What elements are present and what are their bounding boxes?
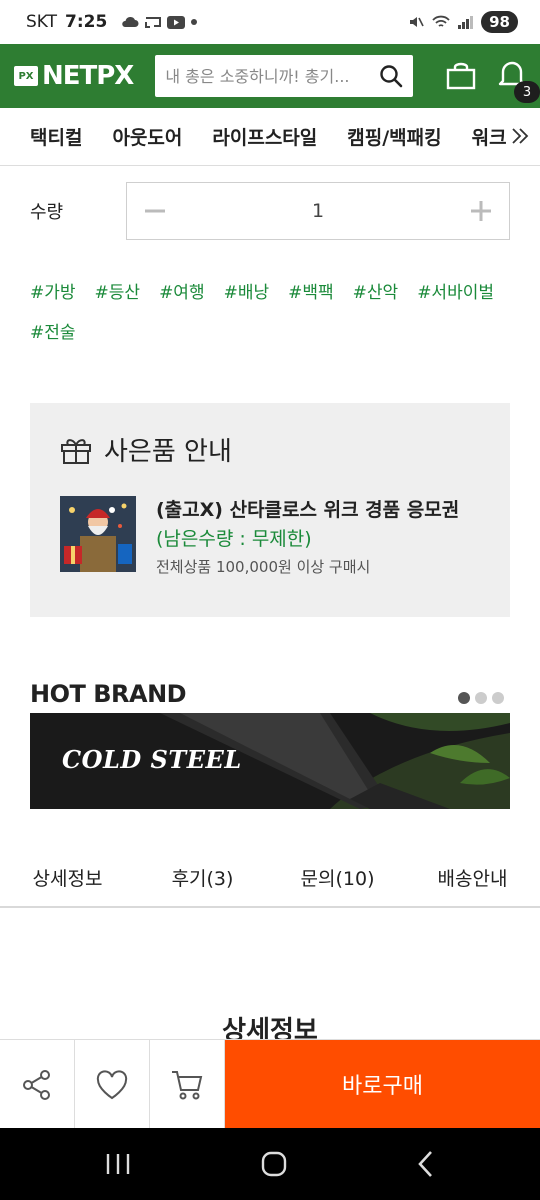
hashtag-list: #가방 #등산 #여행 #배낭 #백팩 #산악 #서바이벌 #전술 xyxy=(30,280,510,346)
share-icon xyxy=(23,1069,50,1100)
quantity-stepper: 1 xyxy=(126,182,510,240)
minus-icon xyxy=(145,209,165,213)
gift-item[interactable]: (출고X) 산타클로스 위크 경품 응모권 (남은수량 : 무제한) 전체상품 … xyxy=(60,496,480,580)
search-bar xyxy=(155,55,414,97)
brand-banner[interactable]: COLD STEEL xyxy=(30,713,510,809)
carousel-dot[interactable] xyxy=(458,692,470,704)
wifi-icon xyxy=(432,15,450,27)
cloud-icon xyxy=(122,16,139,27)
cart-icon xyxy=(172,1070,203,1099)
heart-icon xyxy=(96,1069,128,1099)
banner-brand-name: COLD STEEL xyxy=(62,745,242,774)
back-icon[interactable] xyxy=(416,1150,436,1178)
santa-thumbnail xyxy=(60,496,136,572)
gift-title: 사은품 안내 xyxy=(104,437,232,467)
hashtag[interactable]: #백팩 xyxy=(288,280,334,306)
gift-item-name: (출고X) 산타클로스 위크 경품 응모권 xyxy=(156,499,460,521)
category-lifestyle[interactable]: 라이프스타일 xyxy=(212,123,317,150)
category-more-button[interactable] xyxy=(508,122,532,150)
mute-icon xyxy=(410,17,424,27)
logo[interactable]: PX NETPX xyxy=(14,61,134,91)
notification-badge: 3 xyxy=(514,81,540,103)
battery-indicator: 98 xyxy=(481,11,518,33)
quantity-row: 수량 1 xyxy=(30,182,510,240)
tab-shipping[interactable]: 배송안내 xyxy=(405,848,540,906)
hashtag[interactable]: #등산 xyxy=(95,280,141,306)
category-tactical[interactable]: 택티컬 xyxy=(30,123,82,150)
clock: 7:25 xyxy=(65,12,108,32)
system-nav-bar xyxy=(0,1128,540,1200)
carousel-dot[interactable] xyxy=(492,692,504,704)
logo-mark: PX xyxy=(14,66,38,86)
double-chevron-right-icon xyxy=(512,128,529,144)
tab-inquiries[interactable]: 문의(10) xyxy=(270,848,405,906)
youtube-icon xyxy=(167,15,186,29)
hashtag[interactable]: #여행 xyxy=(159,280,205,306)
carousel-dots xyxy=(458,692,504,704)
gift-info-box: 사은품 안내 (출고X) 산타클로스 위크 경품 응모권 (남은수량 : 무제한… xyxy=(30,403,510,617)
cast-icon xyxy=(145,17,162,28)
recent-apps-icon[interactable] xyxy=(104,1152,132,1176)
carousel-dot[interactable] xyxy=(475,692,487,704)
quantity-decrease-button[interactable] xyxy=(143,199,167,223)
gift-remaining: (남은수량 : 무제한) xyxy=(156,528,312,550)
category-work[interactable]: 워크 xyxy=(472,123,507,150)
notification-button[interactable]: 3 xyxy=(498,59,540,103)
signal-icon xyxy=(458,16,474,29)
category-nav: 택티컬 아웃도어 라이프스타일 캠핑/백패킹 워크 xyxy=(0,108,540,166)
quantity-value[interactable]: 1 xyxy=(312,200,324,222)
plus-icon xyxy=(471,201,491,221)
buy-now-button[interactable]: 바로구매 xyxy=(225,1040,540,1128)
quantity-label: 수량 xyxy=(30,202,64,223)
gift-header: 사은품 안내 xyxy=(60,431,480,468)
app-header: PX NETPX 3 xyxy=(0,44,540,108)
hashtag[interactable]: #배낭 xyxy=(224,280,270,306)
search-icon[interactable] xyxy=(379,64,403,88)
hashtag[interactable]: #가방 xyxy=(30,280,76,306)
hashtag[interactable]: #산악 xyxy=(353,280,399,306)
bottom-action-bar: 바로구매 xyxy=(0,1039,540,1129)
tab-reviews[interactable]: 후기(3) xyxy=(135,848,270,906)
add-to-cart-button[interactable] xyxy=(150,1040,225,1129)
tab-detail-info[interactable]: 상세정보 xyxy=(0,848,135,906)
category-camping[interactable]: 캠핑/백패킹 xyxy=(347,123,441,150)
gift-condition: 전체상품 100,000원 이상 구매시 xyxy=(156,558,371,576)
search-input[interactable] xyxy=(165,66,380,86)
home-icon[interactable] xyxy=(261,1151,287,1177)
detail-tabs: 상세정보 후기(3) 문의(10) 배송안내 xyxy=(0,848,540,908)
carrier-label: SKT xyxy=(26,12,58,32)
wishlist-button[interactable] xyxy=(75,1040,150,1129)
quantity-increase-button[interactable] xyxy=(469,199,493,223)
category-outdoor[interactable]: 아웃도어 xyxy=(112,123,182,150)
logo-text: NETPX xyxy=(42,61,134,91)
hashtag[interactable]: #전술 xyxy=(30,320,76,346)
shopping-bag-icon[interactable] xyxy=(446,62,476,90)
hashtag[interactable]: #서바이벌 xyxy=(417,280,494,306)
gift-icon xyxy=(61,438,91,464)
status-bar: SKT 7:25 98 xyxy=(0,0,540,44)
share-button[interactable] xyxy=(0,1040,75,1129)
dot-icon xyxy=(191,19,198,25)
hot-brand-title: HOT BRAND xyxy=(30,680,187,708)
